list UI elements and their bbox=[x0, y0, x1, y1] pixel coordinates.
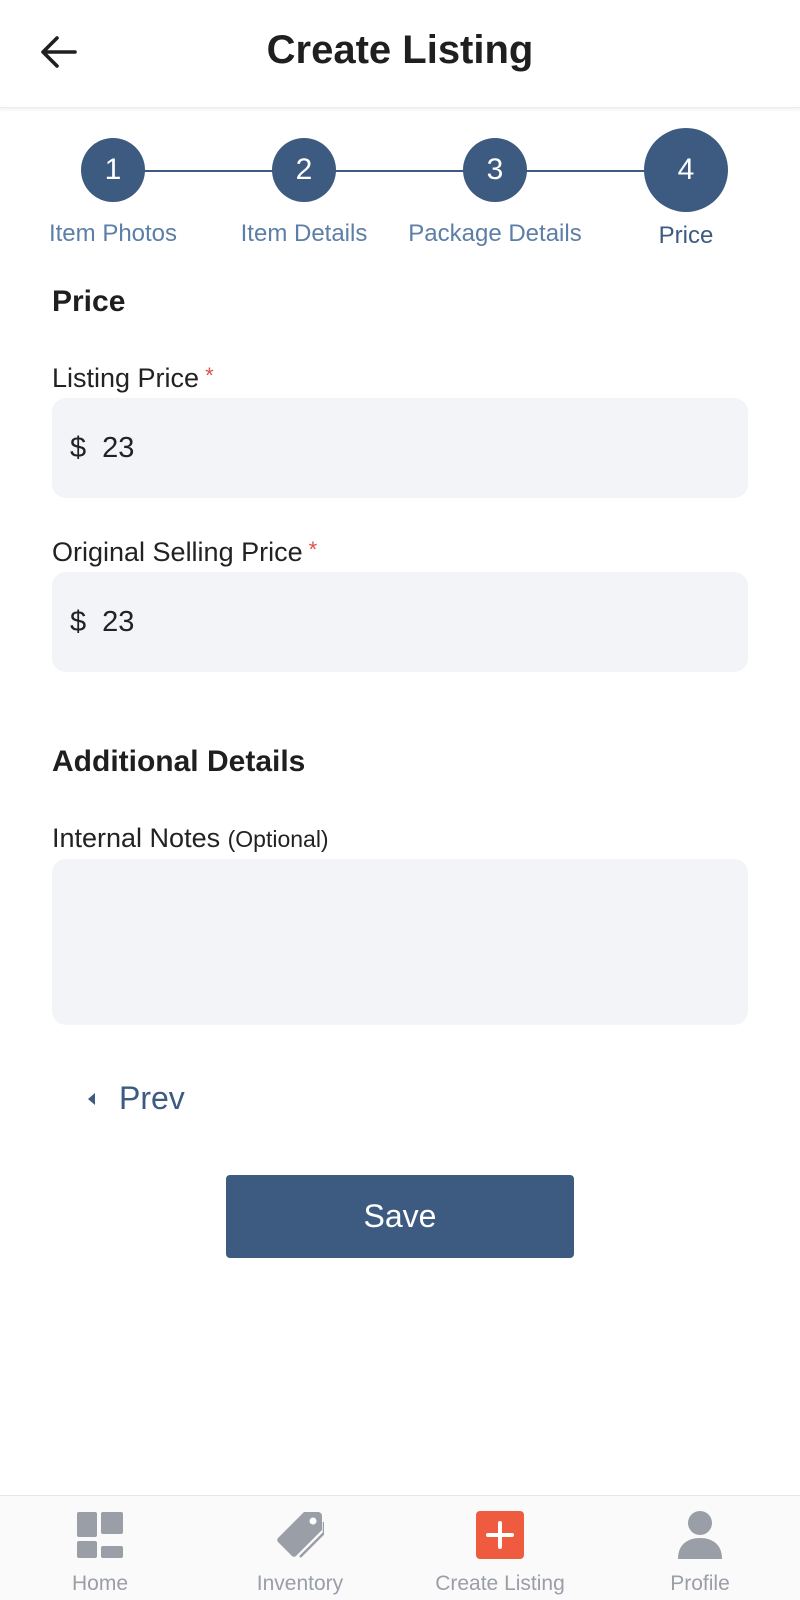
dashboard-icon bbox=[77, 1512, 123, 1558]
original-price-value: 23 bbox=[102, 605, 135, 638]
step-number: 3 bbox=[463, 138, 527, 202]
listing-price-value: 23 bbox=[102, 431, 135, 464]
bottom-nav: Home Inventory Create Listing Profile bbox=[0, 1495, 800, 1600]
nav-create-listing[interactable]: Create Listing bbox=[400, 1496, 600, 1600]
progress-stepper: 1 Item Photos 2 Item Details 3 Package D… bbox=[0, 128, 800, 258]
step-number: 2 bbox=[272, 138, 336, 202]
price-section-title: Price bbox=[52, 285, 126, 318]
listing-price-input[interactable]: $ 23 bbox=[52, 398, 748, 498]
additional-section-title: Additional Details bbox=[52, 745, 306, 778]
internal-notes-label: Internal Notes (Optional) bbox=[52, 823, 329, 854]
nav-profile[interactable]: Profile bbox=[600, 1496, 800, 1600]
nav-inventory[interactable]: Inventory bbox=[200, 1496, 400, 1600]
save-button[interactable]: Save bbox=[226, 1175, 574, 1258]
original-price-label-text: Original Selling Price bbox=[52, 537, 303, 567]
prev-button[interactable]: Prev bbox=[88, 1080, 185, 1117]
step-number: 1 bbox=[81, 138, 145, 202]
step-label: Item Photos bbox=[48, 220, 178, 247]
required-marker: * bbox=[205, 363, 214, 388]
nav-label: Profile bbox=[670, 1572, 730, 1595]
caret-left-icon bbox=[88, 1092, 95, 1105]
prev-label: Prev bbox=[119, 1080, 185, 1116]
nav-label: Create Listing bbox=[435, 1572, 565, 1595]
step-label: Item Details bbox=[240, 220, 368, 247]
user-icon bbox=[678, 1511, 722, 1559]
nav-label: Inventory bbox=[256, 1572, 344, 1595]
step-item-details[interactable]: 2 Item Details bbox=[209, 128, 399, 248]
step-label: Package Details bbox=[408, 220, 582, 247]
currency-symbol: $ bbox=[70, 605, 87, 638]
step-number: 4 bbox=[644, 128, 728, 212]
step-item-photos[interactable]: 1 Item Photos bbox=[18, 128, 208, 248]
app-header: Create Listing bbox=[0, 0, 800, 108]
listing-price-label-text: Listing Price bbox=[52, 363, 200, 393]
internal-notes-label-text: Internal Notes bbox=[52, 823, 221, 853]
optional-hint: (Optional) bbox=[227, 826, 329, 852]
listing-price-label: Listing Price * bbox=[52, 363, 214, 394]
step-package-details[interactable]: 3 Package Details bbox=[400, 128, 590, 248]
plus-icon bbox=[476, 1511, 524, 1559]
page-title: Create Listing bbox=[266, 28, 534, 72]
tag-icon bbox=[277, 1512, 324, 1558]
internal-notes-textarea[interactable] bbox=[52, 859, 748, 1025]
nav-home[interactable]: Home bbox=[0, 1496, 200, 1600]
currency-symbol: $ bbox=[70, 431, 87, 464]
required-marker: * bbox=[308, 537, 318, 562]
original-price-input[interactable]: $ 23 bbox=[52, 572, 748, 672]
nav-label: Home bbox=[71, 1572, 129, 1595]
original-price-label: Original Selling Price * bbox=[52, 537, 317, 568]
step-label: Price bbox=[658, 222, 714, 249]
step-price[interactable]: 4 Price bbox=[591, 128, 781, 250]
